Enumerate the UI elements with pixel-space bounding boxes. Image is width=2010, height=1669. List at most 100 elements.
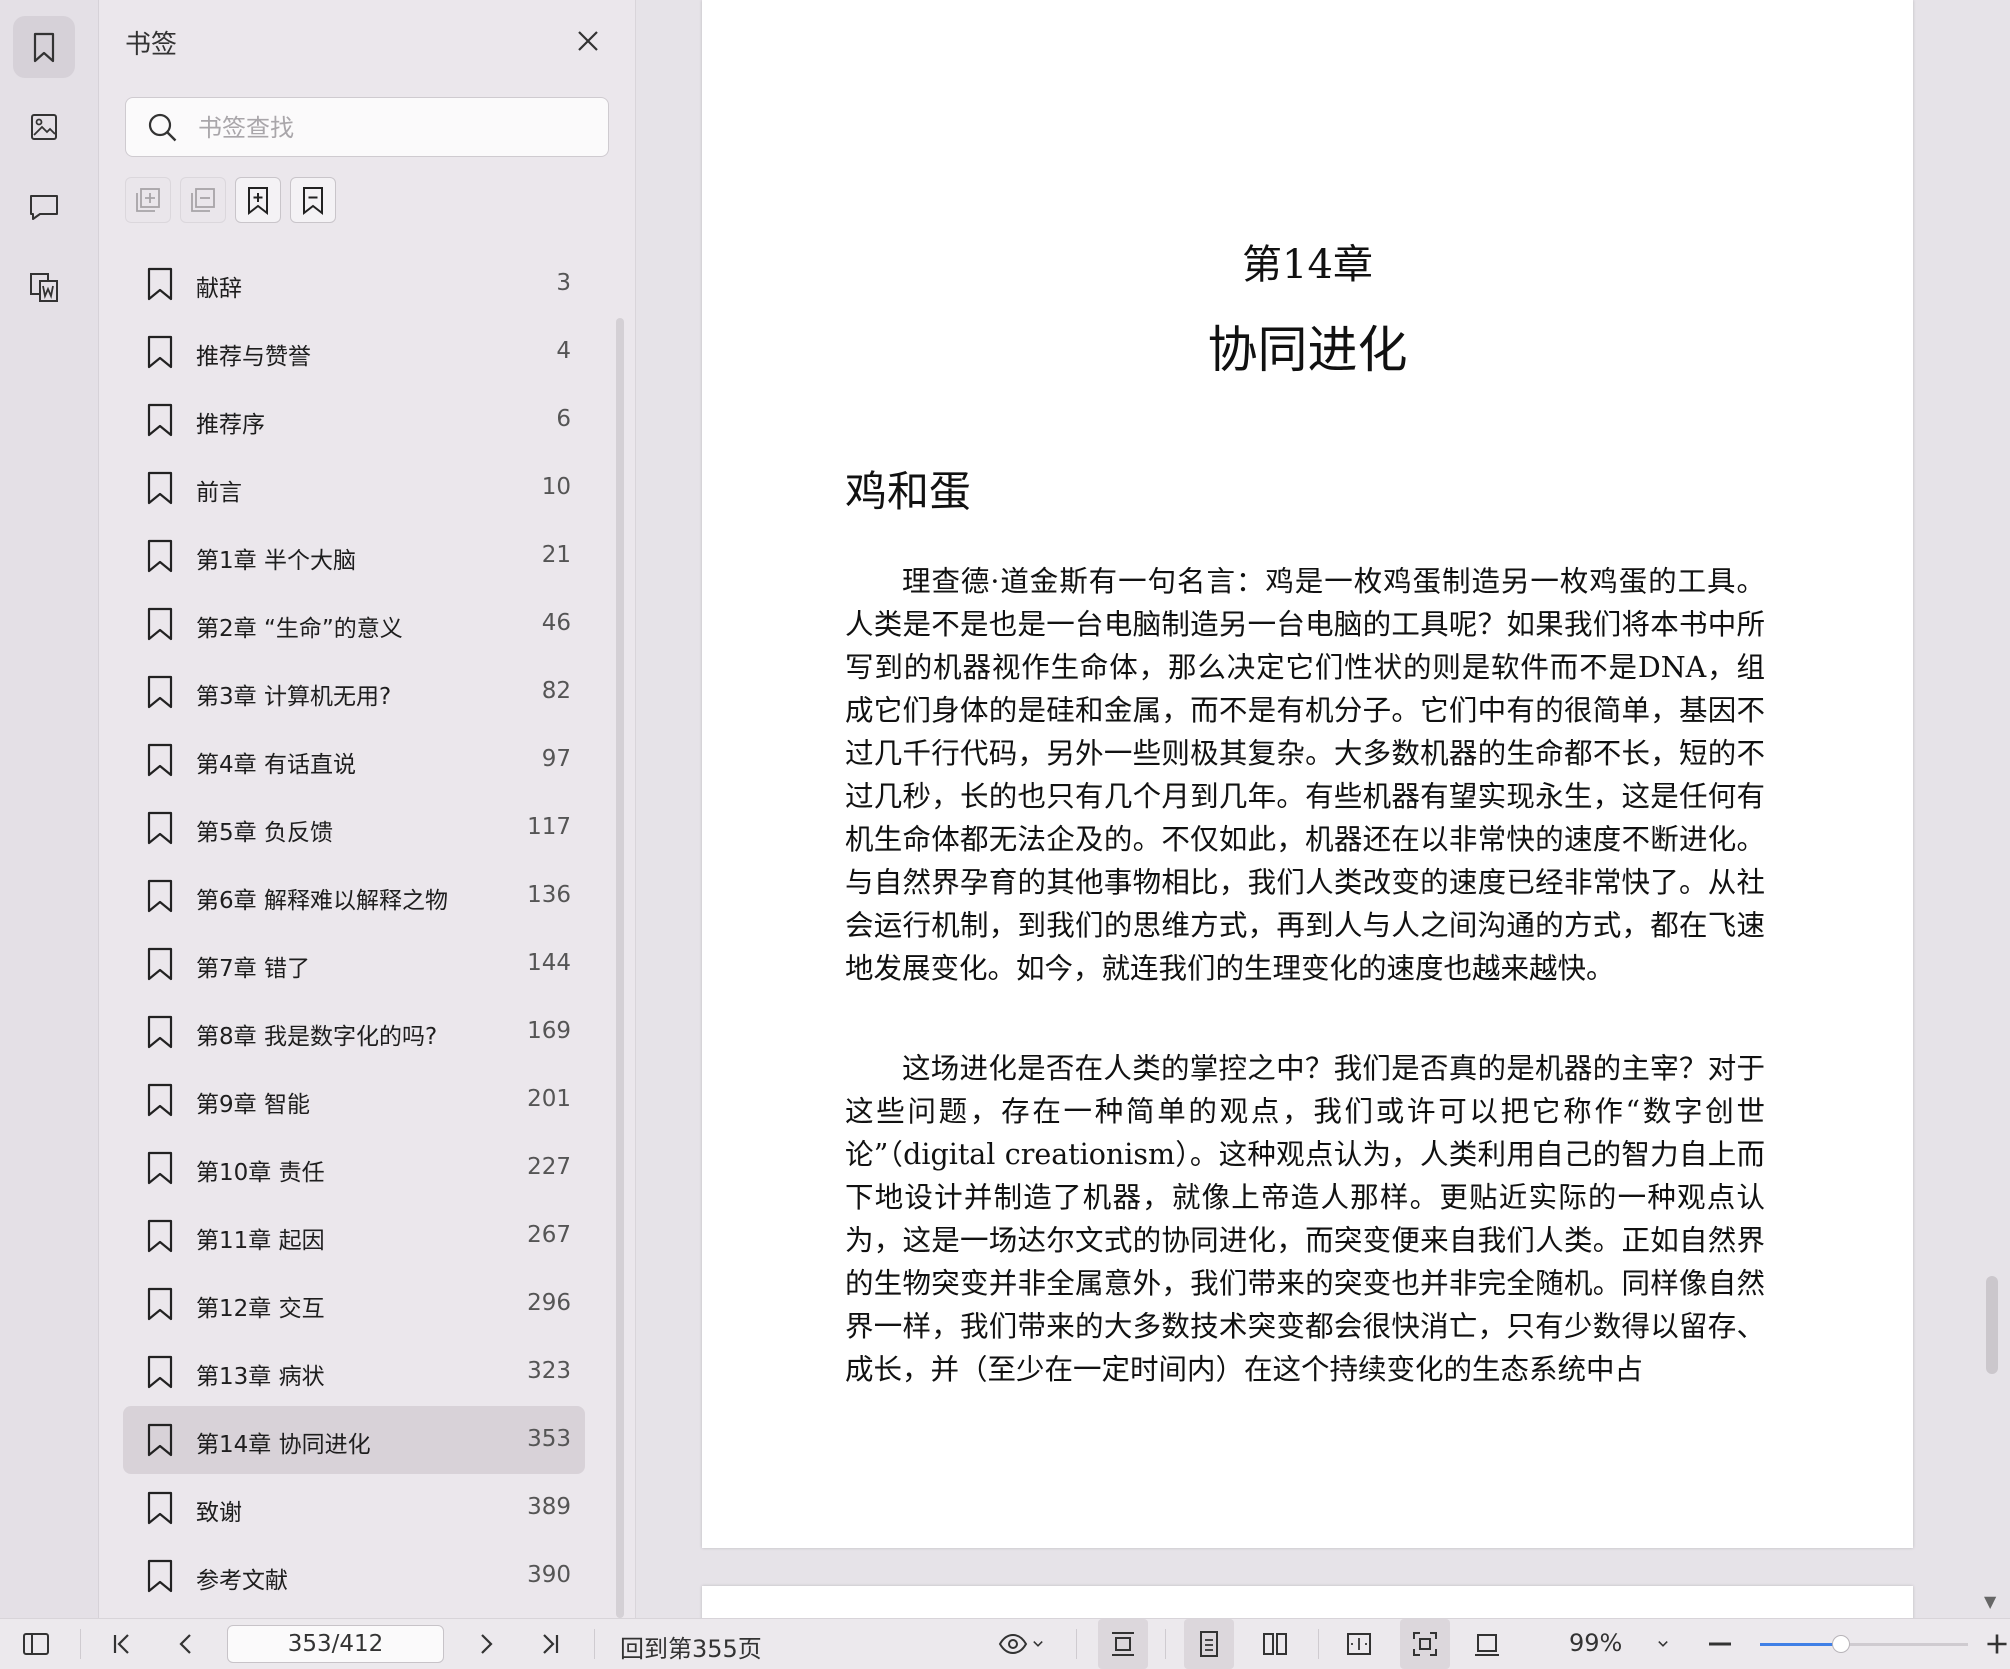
bookmark-label: 第5章 负反馈 [196, 820, 333, 846]
minus-icon [1709, 1642, 1731, 1646]
bottom-toolbar: 回到第355页 99% [0, 1618, 2010, 1669]
left-rail [0, 0, 99, 1618]
thumbnail-panel-button[interactable] [13, 96, 75, 158]
bookmark-page-number: 353 [527, 1426, 571, 1452]
bookmark-panel: 书签 献辞 3 推荐与赞誉 4 推荐序 6 前言 10 第1章 半个大脑 21 第2章 “生命”的意… [99, 0, 636, 1618]
add-bookmark-icon [248, 187, 268, 216]
plus-icon [1987, 1634, 2007, 1654]
bookmark-item[interactable]: 参考文献 390 [123, 1542, 585, 1610]
bookmark-item[interactable]: 前言 10 [123, 454, 585, 522]
return-to-page-link[interactable]: 回到第355页 [620, 1629, 762, 1664]
bookmark-item[interactable]: 第11章 起因 267 [123, 1202, 585, 1270]
bookmark-item[interactable]: 第12章 交互 296 [123, 1270, 585, 1338]
bookmark-icon [147, 1219, 173, 1253]
close-panel-button[interactable] [569, 22, 607, 60]
bookmark-item[interactable]: 第10章 责任 227 [123, 1134, 585, 1202]
bookmark-icon [147, 879, 173, 913]
bookmark-label: 第12章 交互 [196, 1296, 325, 1322]
continuous-scroll-icon [1112, 1632, 1134, 1656]
bookmark-icon [147, 267, 173, 301]
bookmark-label: 第9章 智能 [196, 1092, 310, 1118]
bookmark-item[interactable]: 第7章 错了 144 [123, 930, 585, 998]
bookmark-page-number: 117 [527, 814, 571, 840]
expand-all-button[interactable] [125, 177, 171, 223]
bookmark-item[interactable]: 致谢 389 [123, 1474, 585, 1542]
bookmark-panel-button[interactable] [13, 16, 75, 78]
view-mode-button[interactable] [990, 1619, 1054, 1669]
zoom-level[interactable]: 99% [1569, 1629, 1622, 1657]
bookmark-icon [147, 1151, 173, 1185]
page-number-input[interactable] [227, 1625, 444, 1663]
bookmark-label: 第8章 我是数字化的吗? [196, 1024, 438, 1050]
convert-panel-button[interactable] [13, 256, 75, 318]
continuous-scroll-button[interactable] [1098, 1619, 1148, 1669]
bookmark-search-box[interactable] [125, 97, 609, 157]
previous-page-button[interactable] [166, 1619, 206, 1669]
zoom-dropdown-button[interactable] [1648, 1619, 1678, 1669]
bookmark-icon [147, 675, 173, 709]
divider [1076, 1629, 1077, 1659]
fit-width-button[interactable] [1334, 1619, 1384, 1669]
bookmark-label: 第2章 “生命”的意义 [196, 616, 403, 642]
document-scrollbar[interactable] [1986, 1276, 1998, 1374]
bookmark-item[interactable]: 第3章 计算机无用? 82 [123, 658, 585, 726]
last-page-button[interactable] [530, 1619, 570, 1669]
collapse-all-button[interactable] [180, 177, 226, 223]
bookmark-item[interactable]: 第6章 解释难以解释之物 136 [123, 862, 585, 930]
bookmark-list: 献辞 3 推荐与赞誉 4 推荐序 6 前言 10 第1章 半个大脑 21 第2章 “生命”的意义 46… [123, 250, 585, 1610]
toggle-sidebar-button[interactable] [16, 1619, 56, 1669]
bookmark-item[interactable]: 第9章 智能 201 [123, 1066, 585, 1134]
bookmark-label: 献辞 [196, 276, 242, 302]
bookmark-page-number: 390 [527, 1562, 571, 1588]
bookmark-page-number: 389 [527, 1494, 571, 1520]
bookmark-item[interactable]: 推荐序 6 [123, 386, 585, 454]
divider [80, 1629, 81, 1659]
bookmark-item[interactable]: 第5章 负反馈 117 [123, 794, 585, 862]
remove-bookmark-button[interactable] [290, 177, 336, 223]
comment-panel-button[interactable] [13, 176, 75, 238]
single-page-icon [1200, 1631, 1218, 1657]
zoom-slider-thumb[interactable] [1832, 1635, 1851, 1653]
chapter-number: 第14章 [1242, 242, 1373, 288]
divider [1318, 1629, 1319, 1659]
fit-width-icon [1347, 1633, 1371, 1655]
next-page-button[interactable] [466, 1619, 506, 1669]
zoom-out-button[interactable] [1700, 1619, 1740, 1669]
two-page-button[interactable] [1250, 1619, 1300, 1669]
bookmark-icon [147, 607, 173, 641]
single-page-button[interactable] [1184, 1619, 1234, 1669]
bookmark-item[interactable]: 推荐与赞誉 4 [123, 318, 585, 386]
rotate-button[interactable] [1462, 1619, 1512, 1669]
document-viewer: 第14章 协同进化 鸡和蛋 理查德·道金斯有一句名言：鸡是一枚鸡蛋制造另一枚鸡蛋… [636, 0, 2010, 1626]
bookmark-item[interactable]: 第2章 “生命”的意义 46 [123, 590, 585, 658]
remove-bookmark-icon [303, 187, 323, 216]
bookmark-item[interactable]: 第8章 我是数字化的吗? 169 [123, 998, 585, 1066]
bookmark-page-number: 6 [556, 406, 571, 432]
divider [594, 1629, 595, 1659]
bookmark-label: 第14章 协同进化 [196, 1432, 371, 1458]
bookmark-search-input[interactable] [196, 106, 600, 150]
bookmark-panel-scrollbar[interactable] [616, 318, 624, 1618]
bookmark-icon [147, 811, 173, 845]
bookmark-page-number: 4 [556, 338, 571, 364]
zoom-slider[interactable] [1760, 1635, 1968, 1653]
bookmark-item[interactable]: 第1章 半个大脑 21 [123, 522, 585, 590]
bookmark-label: 前言 [196, 480, 242, 506]
bookmark-label: 参考文献 [196, 1568, 288, 1594]
bookmark-icon [147, 1491, 173, 1525]
bookmark-item[interactable]: 第14章 协同进化 353 [123, 1406, 585, 1474]
bookmark-item[interactable]: 第4章 有话直说 97 [123, 726, 585, 794]
bookmark-icon [147, 539, 173, 573]
eye-icon [998, 1633, 1028, 1655]
fit-page-button[interactable] [1400, 1619, 1450, 1669]
chapter-title: 协同进化 [1207, 321, 1408, 379]
comment-icon [30, 195, 58, 220]
bookmark-item[interactable]: 第13章 病状 323 [123, 1338, 585, 1406]
bookmark-item[interactable]: 献辞 3 [123, 250, 585, 318]
scroll-down-arrow-icon[interactable]: ▼ [1984, 1592, 1996, 1611]
first-page-button[interactable] [102, 1619, 142, 1669]
bookmark-label: 第3章 计算机无用? [196, 684, 392, 710]
add-bookmark-button[interactable] [235, 177, 281, 223]
search-icon [148, 113, 177, 142]
zoom-in-button[interactable] [1984, 1619, 2010, 1669]
